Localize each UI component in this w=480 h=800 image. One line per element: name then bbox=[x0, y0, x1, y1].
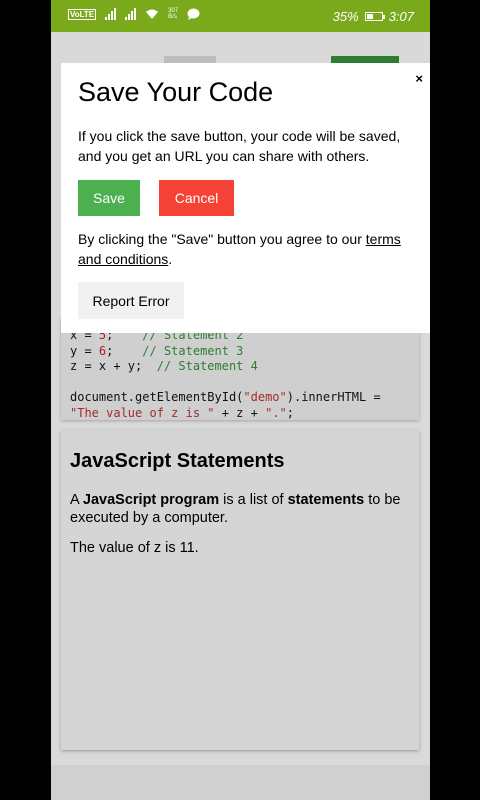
result-card: JavaScript Statements A JavaScript progr… bbox=[61, 430, 419, 750]
wifi-icon bbox=[146, 9, 159, 19]
modal-description: If you click the save button, your code … bbox=[78, 128, 401, 164]
signal-icon bbox=[105, 8, 117, 20]
net-speed-unit: B/s bbox=[168, 14, 177, 20]
status-left: VoLTE 307 B/s bbox=[68, 8, 200, 20]
article-paragraph-2: The value of z is 11. bbox=[70, 540, 199, 556]
volte-badge: VoLTE bbox=[68, 8, 97, 20]
article-title: JavaScript Statements bbox=[70, 450, 285, 472]
status-right: 35% 3:07 bbox=[333, 9, 414, 24]
bottom-bar bbox=[51, 765, 430, 800]
save-button[interactable]: Save bbox=[78, 180, 140, 216]
message-icon bbox=[187, 8, 200, 20]
terms-notice: By clicking the "Save" button you agree … bbox=[78, 231, 401, 267]
signal-icon-2 bbox=[125, 8, 137, 20]
phone-screen: VoLTE 307 B/s 35% 3:07 x = 5; // Stateme… bbox=[51, 0, 430, 800]
report-error-button[interactable]: Report Error bbox=[78, 282, 184, 319]
code-example-card: x = 5; // Statement 2 y = 6; // Statemen… bbox=[61, 318, 419, 420]
code-block: x = 5; // Statement 2 y = 6; // Statemen… bbox=[70, 328, 381, 420]
clock: 3:07 bbox=[388, 9, 414, 24]
close-icon[interactable]: × bbox=[415, 71, 423, 86]
save-code-modal: × Save Your Code If you click the save b… bbox=[61, 63, 430, 333]
status-bar: VoLTE 307 B/s 35% 3:07 bbox=[51, 0, 430, 32]
modal-title: Save Your Code bbox=[78, 77, 274, 107]
battery-percent: 35% bbox=[332, 9, 359, 24]
article-paragraph-1: A JavaScript program is a list of statem… bbox=[70, 492, 401, 526]
net-speed: 307 B/s bbox=[168, 8, 178, 20]
cancel-button[interactable]: Cancel bbox=[159, 180, 234, 216]
battery-icon bbox=[364, 12, 385, 21]
